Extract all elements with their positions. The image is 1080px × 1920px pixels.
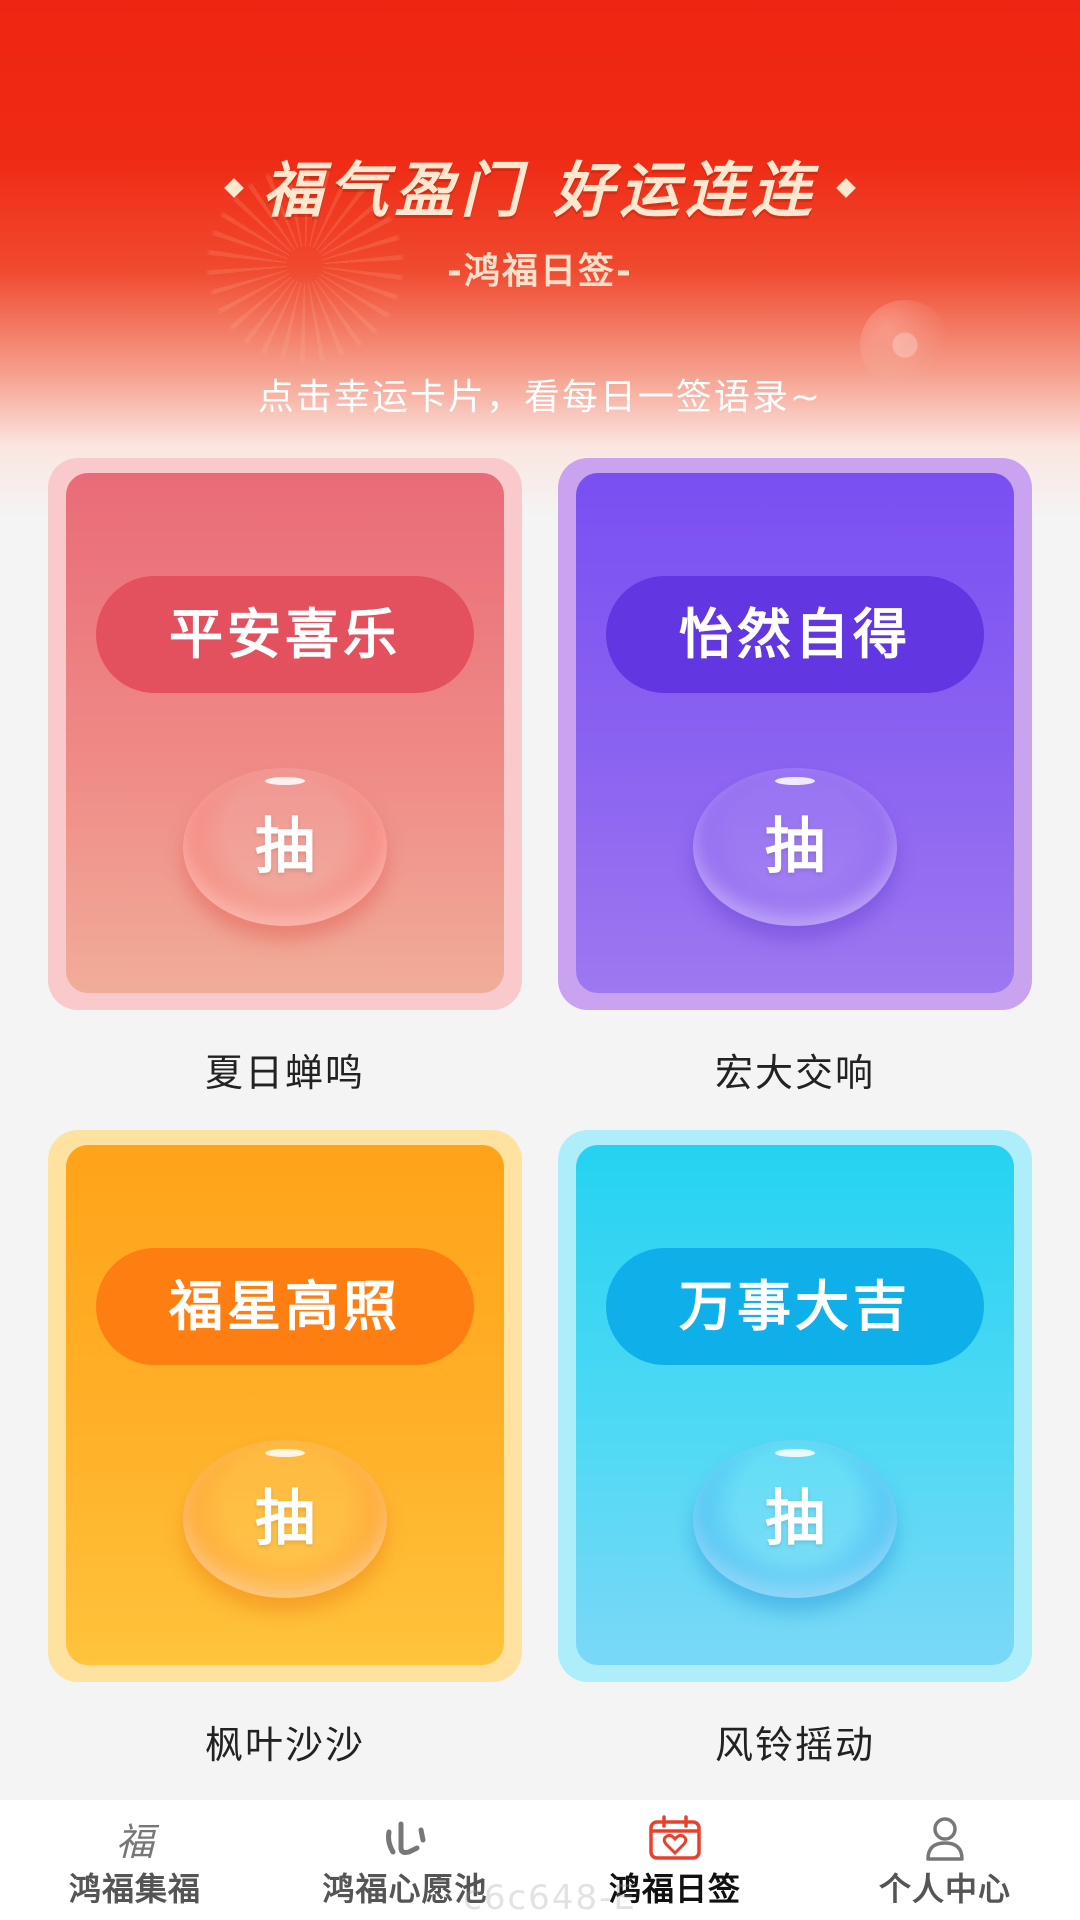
lucky-card-face: 万事大吉 抽 [576, 1145, 1014, 1665]
user-icon [915, 1814, 975, 1862]
hero-banner: 福气盈门 好运连连 -鸿福日签- 点击幸运卡片，看每日一签语录~ [0, 0, 1080, 520]
tab-label: 个人中心 [878, 1870, 1011, 1908]
lucky-card-face: 平安喜乐 抽 [66, 473, 504, 993]
hero-title: 福气盈门 好运连连 [0, 142, 1080, 229]
fu-character-icon: 福 [115, 1819, 154, 1864]
lucky-card-face: 福星高照 抽 [66, 1145, 504, 1665]
card-name: 风铃摇动 [714, 1723, 875, 1767]
bubble-shine [775, 777, 815, 785]
card-title-pill: 万事大吉 [606, 1248, 984, 1365]
hero-tip: 点击幸运卡片，看每日一签语录~ [257, 377, 823, 418]
card-title-pill: 怡然自得 [606, 576, 984, 693]
lucky-card-4[interactable]: 万事大吉 抽 [558, 1130, 1032, 1682]
hero-subtitle: -鸿福日签- [447, 251, 633, 292]
draw-button[interactable]: 抽 [183, 1440, 387, 1598]
draw-button-label: 抽 [765, 812, 825, 882]
bubble-shine [265, 1449, 305, 1457]
card-name: 夏日蝉鸣 [204, 1051, 365, 1095]
tab-collect-fu[interactable]: 福 鸿福集福 [0, 1800, 270, 1920]
draw-button[interactable]: 抽 [693, 768, 897, 926]
draw-button-label: 抽 [255, 812, 315, 882]
calendar-heart-icon [645, 1814, 705, 1862]
diamond-left-icon [223, 178, 244, 199]
bubble-shine [265, 777, 305, 785]
lucky-card-1[interactable]: 平安喜乐 抽 [48, 458, 522, 1010]
lucky-card-face: 怡然自得 抽 [576, 473, 1014, 993]
card-title-pill: 福星高照 [96, 1248, 474, 1365]
hero-title-text: 福气盈门 好运连连 [262, 156, 818, 226]
card-title-pill: 平安喜乐 [96, 576, 474, 693]
draw-button[interactable]: 抽 [693, 1440, 897, 1598]
daily-sign-page: 福气盈门 好运连连 -鸿福日签- 点击幸运卡片，看每日一签语录~ 平安喜乐 抽 … [0, 0, 1080, 1920]
tab-label: 鸿福集福 [68, 1870, 201, 1908]
card-name: 宏大交响 [714, 1051, 875, 1095]
watermark: c6c648-E [463, 1878, 637, 1918]
diamond-right-icon [836, 178, 857, 199]
lucky-card-2[interactable]: 怡然自得 抽 [558, 458, 1032, 1010]
draw-button-label: 抽 [765, 1484, 825, 1554]
lucky-card-3[interactable]: 福星高照 抽 [48, 1130, 522, 1682]
bubble-shine [775, 1449, 815, 1457]
tab-profile[interactable]: 个人中心 [810, 1800, 1080, 1920]
card-name: 枫叶沙沙 [204, 1723, 365, 1767]
draw-button[interactable]: 抽 [183, 768, 387, 926]
heart-wish-icon [375, 1814, 435, 1862]
draw-button-label: 抽 [255, 1484, 315, 1554]
